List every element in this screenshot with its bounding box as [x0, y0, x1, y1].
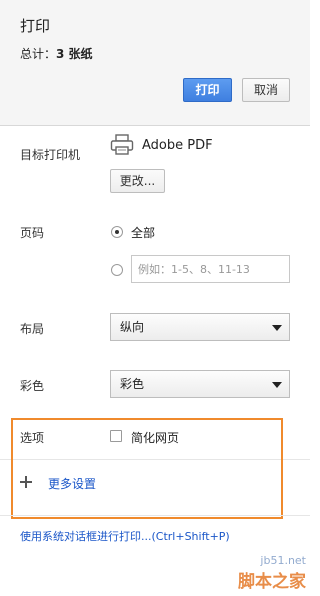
- system-dialog-link[interactable]: 使用系统对话框进行打印...(Ctrl+Shift+P): [20, 528, 230, 544]
- watermark-name: 脚本之家: [238, 572, 306, 592]
- total-label: 总计：: [20, 47, 57, 61]
- cancel-button[interactable]: 取消: [242, 78, 290, 102]
- color-select[interactable]: 彩色: [110, 370, 290, 398]
- printer-name: Adobe PDF: [142, 138, 213, 153]
- simplify-page-label: 简化网页: [131, 431, 180, 445]
- pages-all-radio[interactable]: [111, 226, 123, 238]
- dialog-title: 打印: [20, 17, 51, 35]
- color-select-value: 彩色: [120, 377, 145, 391]
- watermark: jb51.net 脚本之家: [238, 554, 306, 592]
- change-printer-button[interactable]: 更改...: [110, 169, 165, 193]
- layout-select-value: 纵向: [120, 320, 145, 334]
- sheet-total: 总计：3 张纸: [20, 45, 93, 62]
- destination-label: 目标打印机: [20, 148, 81, 162]
- print-header: 打印 总计：3 张纸 打印 取消: [0, 0, 310, 126]
- layout-select[interactable]: 纵向: [110, 313, 290, 341]
- more-settings-link[interactable]: 更多设置: [48, 475, 96, 492]
- pages-custom-input[interactable]: [131, 255, 290, 283]
- printer-icon: [110, 134, 134, 155]
- options-label: 选项: [20, 431, 45, 445]
- simplify-page-checkbox[interactable]: [110, 430, 122, 442]
- print-button[interactable]: 打印: [183, 78, 232, 102]
- pages-custom-radio[interactable]: [111, 264, 123, 276]
- plus-icon[interactable]: [20, 476, 32, 488]
- watermark-url: jb51.net: [260, 554, 306, 567]
- total-value: 3 张纸: [56, 47, 93, 61]
- bottom-divider: [0, 515, 310, 516]
- pages-label: 页码: [20, 226, 45, 240]
- chevron-down-icon: [272, 325, 282, 331]
- chevron-down-icon: [272, 382, 282, 388]
- layout-label: 布局: [20, 322, 45, 336]
- pages-all-label: 全部: [131, 226, 156, 240]
- color-label: 彩色: [20, 379, 45, 393]
- section-divider: [0, 459, 310, 460]
